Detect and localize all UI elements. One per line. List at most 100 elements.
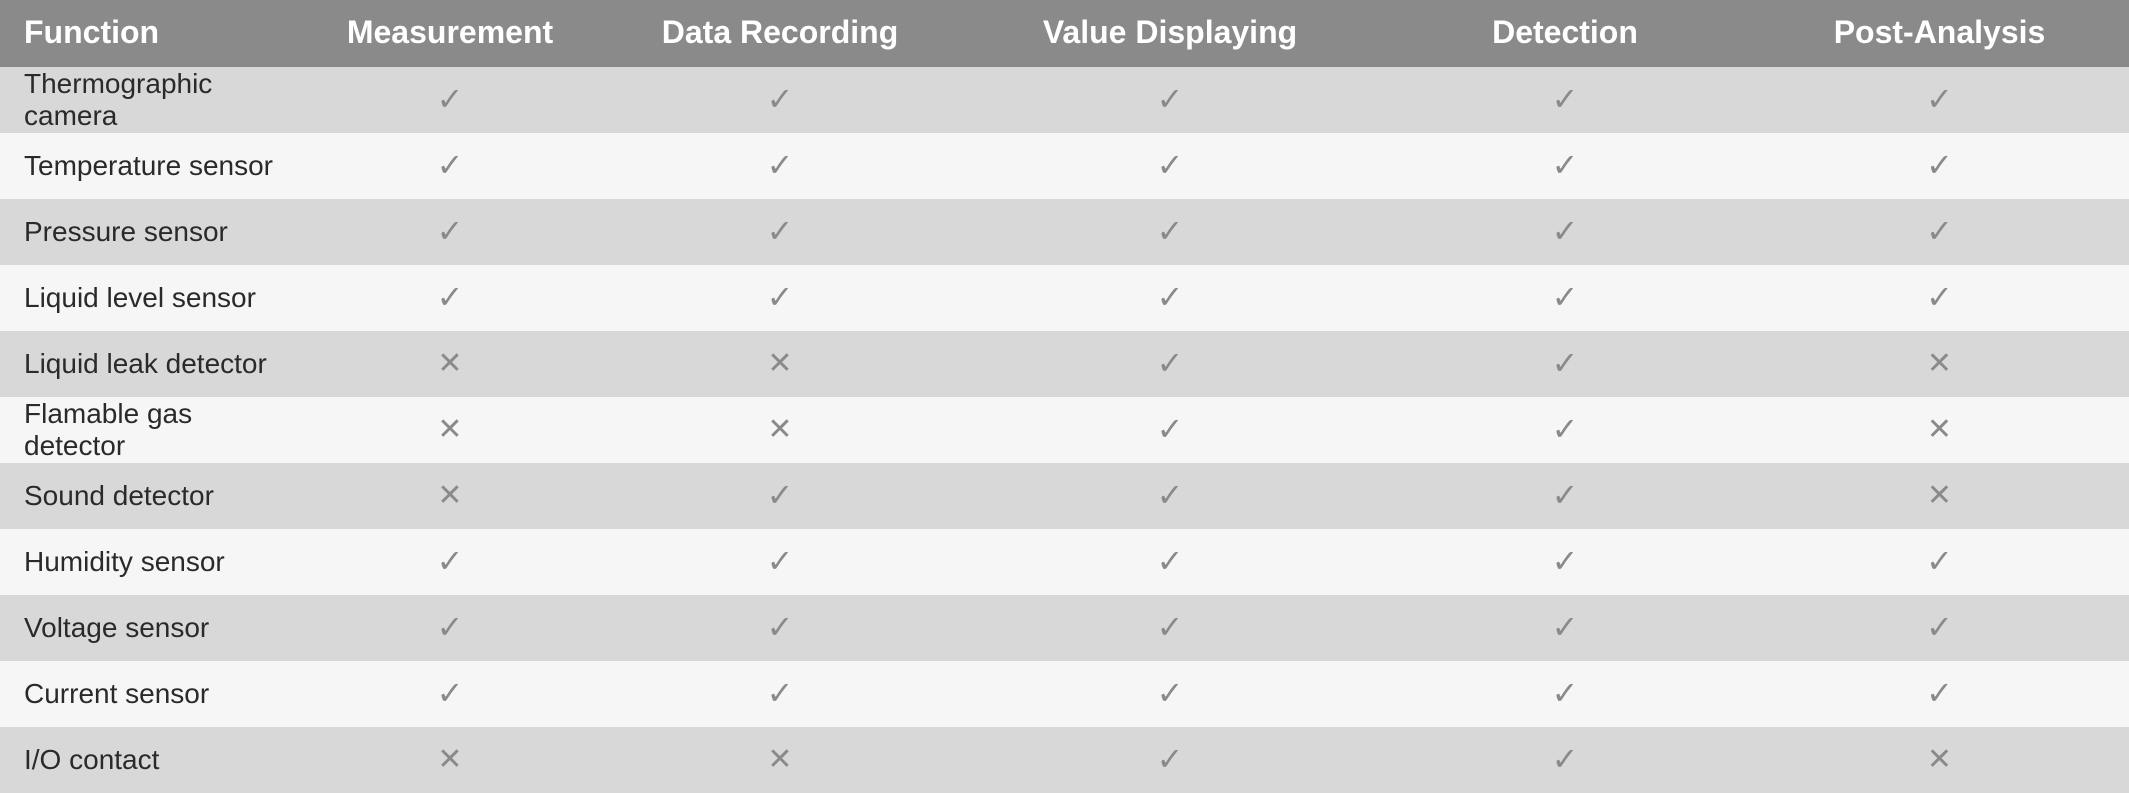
check-icon: ✓ [1552,149,1579,181]
check-icon: ✓ [1552,611,1579,643]
row-name: Flamable gas detector [0,397,300,463]
cross-icon: ✕ [767,349,792,379]
check-icon: ✓ [1552,83,1579,115]
table-row: Liquid leak detector✕✕✓✓✕ [0,331,2129,397]
check-icon: ✓ [1157,479,1184,511]
cross-icon: ✕ [1927,481,1952,511]
cell-displaying: ✓ [960,199,1380,265]
cell-measurement: ✕ [300,397,600,463]
check-icon: ✓ [767,677,794,709]
cell-displaying: ✓ [960,595,1380,661]
check-icon: ✓ [767,611,794,643]
row-name: Current sensor [0,661,300,727]
check-icon: ✓ [1157,149,1184,181]
check-icon: ✓ [437,545,464,577]
check-icon: ✓ [1552,215,1579,247]
cell-displaying: ✓ [960,397,1380,463]
cell-detection: ✓ [1380,661,1750,727]
cell-recording: ✓ [600,133,960,199]
cell-measurement: ✕ [300,727,600,793]
cell-displaying: ✓ [960,133,1380,199]
check-icon: ✓ [437,281,464,313]
check-icon: ✓ [1552,545,1579,577]
row-name: I/O contact [0,727,300,793]
row-name: Pressure sensor [0,199,300,265]
cell-detection: ✓ [1380,595,1750,661]
row-name: Humidity sensor [0,529,300,595]
cell-analysis: ✕ [1750,727,2129,793]
cell-analysis: ✓ [1750,661,2129,727]
cell-measurement: ✓ [300,67,600,133]
header-detection: Detection [1380,0,1750,67]
cross-icon: ✕ [1927,349,1952,379]
check-icon: ✓ [437,83,464,115]
cell-recording: ✓ [600,265,960,331]
check-icon: ✓ [1157,677,1184,709]
cell-displaying: ✓ [960,331,1380,397]
check-icon: ✓ [1157,83,1184,115]
row-name: Temperature sensor [0,133,300,199]
cell-displaying: ✓ [960,463,1380,529]
table-body: Thermographic camera✓✓✓✓✓Temperature sen… [0,67,2129,793]
cell-displaying: ✓ [960,529,1380,595]
check-icon: ✓ [1926,611,1953,643]
cell-recording: ✓ [600,463,960,529]
cross-icon: ✕ [437,349,462,379]
cell-analysis: ✕ [1750,331,2129,397]
cross-icon: ✕ [767,415,792,445]
cell-detection: ✓ [1380,67,1750,133]
cell-detection: ✓ [1380,265,1750,331]
check-icon: ✓ [767,215,794,247]
function-table: Function Measurement Data Recording Valu… [0,0,2129,793]
check-icon: ✓ [1552,413,1579,445]
cell-measurement: ✓ [300,661,600,727]
table-row: Current sensor ✓ ✓ ✓ ✓ ✓ [0,661,2129,727]
cell-measurement: ✓ [300,199,600,265]
check-icon: ✓ [1552,743,1579,775]
cell-analysis: ✓ [1750,595,2129,661]
check-icon: ✓ [1552,281,1579,313]
header-recording: Data Recording [600,0,960,67]
cross-icon: ✕ [767,745,792,775]
check-icon: ✓ [1926,545,1953,577]
check-icon: ✓ [1926,149,1953,181]
cell-detection: ✓ [1380,727,1750,793]
cell-detection: ✓ [1380,463,1750,529]
check-icon: ✓ [767,281,794,313]
cell-measurement: ✕ [300,331,600,397]
check-icon: ✓ [1157,281,1184,313]
table-row: Pressure sensor ✓ ✓ ✓ ✓ ✓ [0,199,2129,265]
cell-analysis: ✓ [1750,265,2129,331]
cell-analysis: ✕ [1750,397,2129,463]
cell-displaying: ✓ [960,727,1380,793]
check-icon: ✓ [437,149,464,181]
check-icon: ✓ [767,479,794,511]
cell-analysis: ✓ [1750,529,2129,595]
cell-recording: ✓ [600,67,960,133]
check-icon: ✓ [1157,743,1184,775]
check-icon: ✓ [437,215,464,247]
cell-recording: ✓ [600,529,960,595]
check-icon: ✓ [1157,545,1184,577]
check-icon: ✓ [767,545,794,577]
cell-measurement: ✕ [300,463,600,529]
cell-analysis: ✕ [1750,463,2129,529]
cell-recording: ✓ [600,199,960,265]
check-icon: ✓ [1157,611,1184,643]
check-icon: ✓ [437,677,464,709]
cell-displaying: ✓ [960,265,1380,331]
header-measurement: Measurement [300,0,600,67]
table-row: Sound detector✕✓✓✓✕ [0,463,2129,529]
table-row: Humidity sensor ✓ ✓ ✓ ✓ ✓ [0,529,2129,595]
cell-analysis: ✓ [1750,133,2129,199]
row-name: Liquid leak detector [0,331,300,397]
check-icon: ✓ [767,149,794,181]
cell-detection: ✓ [1380,199,1750,265]
check-icon: ✓ [1926,677,1953,709]
table-row: Voltage sensor✓✓✓✓✓ [0,595,2129,661]
cell-recording: ✕ [600,397,960,463]
check-icon: ✓ [767,83,794,115]
cell-analysis: ✓ [1750,67,2129,133]
table-row: I/O contact✕✕✓✓✕ [0,727,2129,793]
check-icon: ✓ [1926,215,1953,247]
